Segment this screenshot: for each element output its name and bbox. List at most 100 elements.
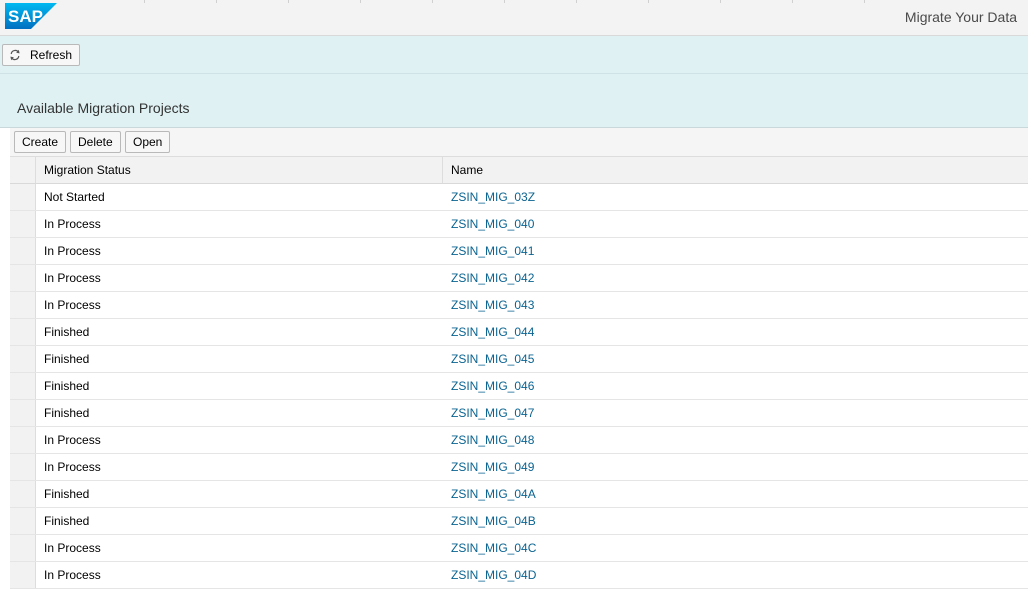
migration-status-cell: In Process — [44, 271, 101, 285]
migration-status-cell: Finished — [44, 352, 90, 366]
row-selector[interactable] — [10, 508, 36, 534]
row-selector[interactable] — [10, 184, 36, 210]
migration-status-cell: In Process — [44, 460, 101, 474]
create-button[interactable]: Create — [14, 131, 67, 153]
row-selector[interactable] — [10, 292, 36, 318]
row-selector[interactable] — [10, 535, 36, 561]
migration-status-cell: In Process — [44, 568, 101, 582]
migration-status-cell: Finished — [44, 325, 90, 339]
row-selector[interactable] — [10, 238, 36, 264]
header-divider — [504, 0, 505, 3]
name-cell: ZSIN_MIG_043 — [443, 292, 1028, 318]
project-name-link[interactable]: ZSIN_MIG_04C — [451, 541, 536, 555]
migration-status-cell: Not Started — [44, 190, 105, 204]
project-name-link[interactable]: ZSIN_MIG_03Z — [451, 190, 535, 204]
open-button[interactable]: Open — [125, 131, 171, 153]
refresh-icon — [10, 49, 20, 61]
name-cell: ZSIN_MIG_042 — [443, 265, 1028, 291]
row-selector[interactable] — [10, 346, 36, 372]
table-row[interactable]: In Process ZSIN_MIG_048 — [10, 427, 1028, 454]
name-cell: ZSIN_MIG_048 — [443, 427, 1028, 453]
sap-logo-text: SAP — [8, 7, 43, 26]
header-divider — [360, 0, 361, 3]
row-selector[interactable] — [10, 427, 36, 453]
column-header-name[interactable]: Name — [443, 157, 1028, 183]
migration-projects-table: Migration Status Name Not Started ZSIN_MI… — [10, 156, 1028, 590]
delete-button[interactable]: Delete — [70, 131, 121, 153]
row-selector[interactable] — [10, 211, 36, 237]
refresh-label: Refresh — [30, 48, 73, 62]
name-cell: ZSIN_MIG_044 — [443, 319, 1028, 345]
app-title: Migrate Your Data — [904, 9, 1017, 25]
migration-status-cell: Finished — [44, 406, 90, 420]
project-name-link[interactable]: ZSIN_MIG_047 — [451, 406, 534, 420]
row-selector[interactable] — [10, 373, 36, 399]
header-divider — [864, 0, 865, 3]
table-row[interactable]: In Process ZSIN_MIG_04C — [10, 535, 1028, 562]
table-row[interactable]: Not Started ZSIN_MIG_03Z — [10, 184, 1028, 211]
project-name-link[interactable]: ZSIN_MIG_04D — [451, 568, 536, 582]
header-divider — [144, 0, 145, 3]
sap-logo[interactable]: SAP — [5, 3, 57, 29]
select-all-cell[interactable] — [10, 157, 36, 183]
name-cell: ZSIN_MIG_04C — [443, 535, 1028, 561]
header-divider — [288, 0, 289, 3]
project-name-link[interactable]: ZSIN_MIG_04B — [451, 514, 536, 528]
table-row[interactable]: Finished ZSIN_MIG_044 — [10, 319, 1028, 346]
name-cell: ZSIN_MIG_045 — [443, 346, 1028, 372]
name-cell: ZSIN_MIG_040 — [443, 211, 1028, 237]
page-toolbar: Refresh — [0, 36, 1028, 74]
project-name-link[interactable]: ZSIN_MIG_042 — [451, 271, 534, 285]
name-cell: ZSIN_MIG_04D — [443, 562, 1028, 588]
row-selector[interactable] — [10, 400, 36, 426]
table-header-row: Migration Status Name — [10, 157, 1028, 184]
row-selector[interactable] — [10, 454, 36, 480]
name-cell: ZSIN_MIG_046 — [443, 373, 1028, 399]
migration-status-cell: In Process — [44, 298, 101, 312]
row-selector[interactable] — [10, 562, 36, 588]
row-selector[interactable] — [10, 481, 36, 507]
table-row[interactable]: Finished ZSIN_MIG_045 — [10, 346, 1028, 373]
row-selector[interactable] — [10, 265, 36, 291]
table-row[interactable]: In Process ZSIN_MIG_043 — [10, 292, 1028, 319]
migration-status-cell: In Process — [44, 217, 101, 231]
app-window: SAP Migrate Your Data Refresh Available … — [0, 0, 1028, 590]
shell-header: SAP Migrate Your Data — [0, 0, 1028, 36]
header-divider — [648, 0, 649, 3]
migration-status-cell: Finished — [44, 487, 90, 501]
column-header-migration-status[interactable]: Migration Status — [36, 157, 443, 183]
refresh-button[interactable]: Refresh — [2, 44, 81, 66]
table-row[interactable]: In Process ZSIN_MIG_049 — [10, 454, 1028, 481]
migration-status-cell: Finished — [44, 379, 90, 393]
name-cell: ZSIN_MIG_04B — [443, 508, 1028, 534]
table-row[interactable]: In Process ZSIN_MIG_04D — [10, 562, 1028, 589]
table-row[interactable]: In Process ZSIN_MIG_041 — [10, 238, 1028, 265]
project-name-link[interactable]: ZSIN_MIG_049 — [451, 460, 534, 474]
table-row[interactable]: Finished ZSIN_MIG_047 — [10, 400, 1028, 427]
project-name-link[interactable]: ZSIN_MIG_044 — [451, 325, 534, 339]
project-name-link[interactable]: ZSIN_MIG_040 — [451, 217, 534, 231]
header-divider — [792, 0, 793, 3]
row-selector[interactable] — [10, 319, 36, 345]
name-cell: ZSIN_MIG_03Z — [443, 184, 1028, 210]
header-divider — [576, 0, 577, 3]
table-row[interactable]: In Process ZSIN_MIG_040 — [10, 211, 1028, 238]
table-row[interactable]: Finished ZSIN_MIG_04A — [10, 481, 1028, 508]
project-name-link[interactable]: ZSIN_MIG_048 — [451, 433, 534, 447]
name-cell: ZSIN_MIG_047 — [443, 400, 1028, 426]
header-divider — [432, 0, 433, 3]
project-name-link[interactable]: ZSIN_MIG_043 — [451, 298, 534, 312]
migration-status-cell: Finished — [44, 514, 90, 528]
table-row[interactable]: Finished ZSIN_MIG_04B — [10, 508, 1028, 535]
project-name-link[interactable]: ZSIN_MIG_045 — [451, 352, 534, 366]
header-divider — [720, 0, 721, 3]
table-toolbar: Create Delete Open — [10, 128, 1028, 156]
project-name-link[interactable]: ZSIN_MIG_04A — [451, 487, 536, 501]
project-name-link[interactable]: ZSIN_MIG_041 — [451, 244, 534, 258]
table-row[interactable]: In Process ZSIN_MIG_042 — [10, 265, 1028, 292]
name-cell: ZSIN_MIG_04A — [443, 481, 1028, 507]
project-name-link[interactable]: ZSIN_MIG_046 — [451, 379, 534, 393]
header-divider — [216, 0, 217, 3]
table-row[interactable]: Finished ZSIN_MIG_046 — [10, 373, 1028, 400]
migration-status-cell: In Process — [44, 433, 101, 447]
